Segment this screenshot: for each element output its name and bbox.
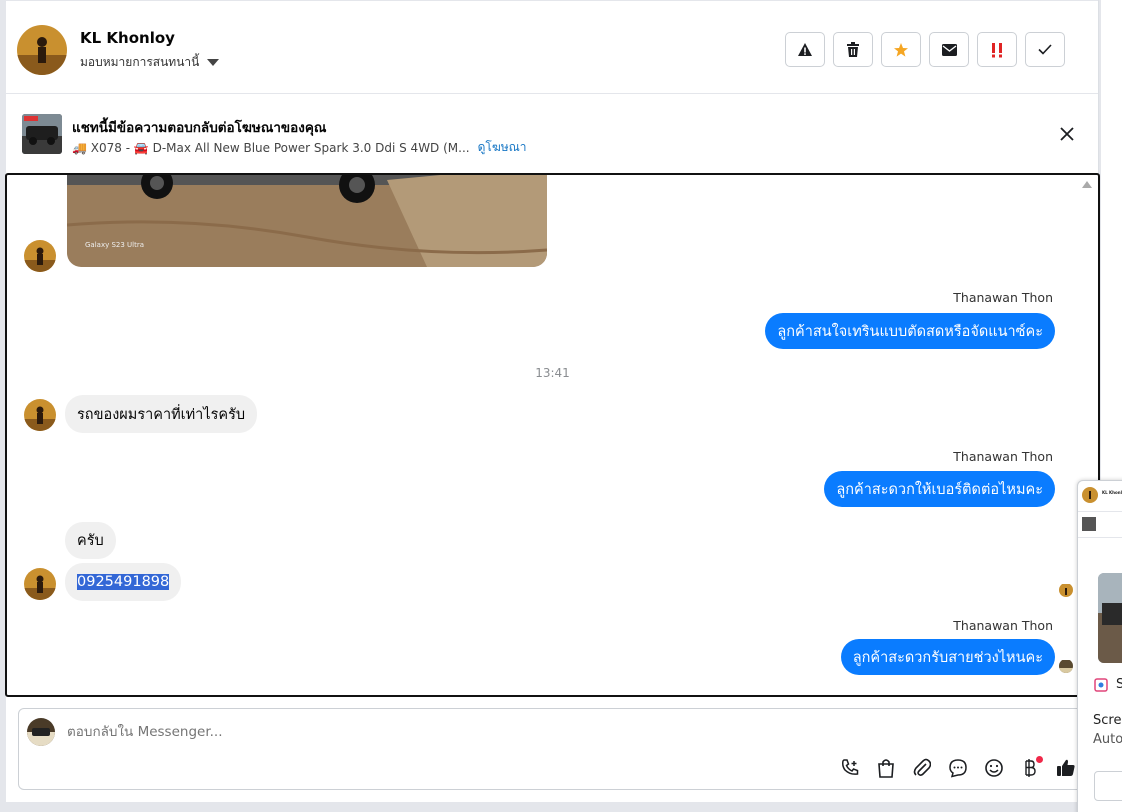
notification-button[interactable]	[1094, 771, 1122, 801]
scroll-up-arrow[interactable]	[1082, 181, 1092, 188]
mark-done-button[interactable]	[1025, 32, 1065, 67]
notification-title: Scree	[1093, 713, 1122, 728]
important-icon	[992, 42, 1002, 57]
caret-down-icon	[207, 59, 220, 66]
assign-label: มอบหมายการสนทนานี้	[80, 55, 200, 69]
read-receipt-avatar	[1059, 659, 1073, 673]
contact-avatar-small	[24, 399, 56, 431]
payment-button[interactable]	[1017, 755, 1043, 781]
check-icon	[1038, 44, 1052, 55]
paperclip-icon	[913, 758, 931, 776]
mini-ad-thumb	[1082, 517, 1096, 531]
incoming-message[interactable]: รถของผมราคาที่เท่าไรครับ	[65, 395, 258, 433]
photo-caption: Galaxy S23 Ultra	[85, 241, 144, 249]
smiley-icon	[985, 759, 1003, 777]
star-icon	[894, 42, 908, 57]
shopping-bag-icon	[878, 759, 894, 778]
baht-icon	[1025, 759, 1036, 777]
reply-composer	[18, 708, 1088, 790]
notification-dot	[1036, 756, 1043, 763]
thumbs-up-icon	[1057, 759, 1075, 776]
like-button[interactable]	[1053, 755, 1079, 781]
warning-icon	[798, 42, 812, 56]
emoji-button[interactable]	[981, 755, 1007, 781]
timestamp: 13:41	[535, 366, 570, 380]
sender-name: Thanawan Thon	[953, 449, 1053, 464]
outgoing-message[interactable]: ลูกค้าสะดวกให้เบอร์ติดต่อไหมคะ	[824, 471, 1055, 507]
message-photo[interactable]: Galaxy S23 Ultra	[67, 175, 547, 267]
close-icon[interactable]	[1058, 125, 1076, 143]
message-input[interactable]	[67, 724, 767, 740]
header-actions	[785, 32, 1065, 67]
attach-button[interactable]	[909, 755, 935, 781]
right-strip	[1100, 0, 1122, 480]
conversation-header: KL Khonloy มอบหมายการสนทนานี้	[6, 0, 1098, 94]
delete-button[interactable]	[833, 32, 873, 67]
notification-body: Auto	[1093, 732, 1122, 747]
conversation-pane: KL Khonloy มอบหมายการสนทนานี้ แชทนี้มีข้…	[5, 0, 1100, 802]
contact-avatar-small	[24, 240, 56, 272]
saved-replies-button[interactable]	[945, 755, 971, 781]
mark-spam-button[interactable]	[785, 32, 825, 67]
phone-plus-icon	[842, 759, 859, 775]
snipping-tool-icon	[1094, 677, 1108, 692]
ad-reply-title: แชทนี้มีข้อความตอบกลับต่อโฆษณาของคุณ	[72, 120, 327, 136]
incoming-message[interactable]: ครับ	[65, 522, 116, 559]
envelope-icon	[941, 43, 957, 56]
incoming-message[interactable]: 0925491898	[65, 563, 182, 601]
contact-avatar-small	[24, 568, 56, 600]
mark-unread-button[interactable]	[929, 32, 969, 67]
sender-name: Thanawan Thon	[953, 618, 1053, 633]
ad-context-bar: แชทนี้มีข้อความตอบกลับต่อโฆษณาของคุณ 🚚 X…	[6, 95, 1098, 173]
secondary-window[interactable]: KL Khonl S Scree Auto	[1077, 480, 1122, 812]
read-receipt-avatar	[1059, 583, 1073, 597]
contact-avatar[interactable]	[17, 25, 67, 75]
mini-name: KL Khonl	[1102, 490, 1122, 495]
view-ad-link[interactable]: ดูโฆษณา	[478, 138, 527, 157]
page-avatar	[27, 718, 55, 746]
outgoing-message[interactable]: ลูกค้าสะดวกรับสายช่วงไหนคะ	[840, 639, 1055, 675]
trash-icon	[847, 42, 859, 57]
mini-photo	[1098, 573, 1122, 663]
composer-tools	[837, 755, 1079, 781]
assign-dropdown[interactable]: มอบหมายการสนทนานี้	[80, 53, 220, 72]
divider	[1078, 511, 1122, 512]
notification-app: S	[1116, 677, 1122, 692]
shop-button[interactable]	[873, 755, 899, 781]
ad-subtitle: 🚚 X078 - 🚘 D-Max All New Blue Power Spar…	[72, 138, 527, 157]
call-button[interactable]	[837, 755, 863, 781]
ad-thumbnail[interactable]	[22, 114, 62, 154]
divider	[1078, 537, 1122, 538]
contact-name: KL Khonloy	[80, 29, 175, 47]
mini-avatar	[1082, 487, 1098, 503]
outgoing-message[interactable]: ลูกค้าสนใจเทรินแบบตัดสดหรือจัดแนาซ์คะ	[765, 313, 1055, 349]
mark-important-button[interactable]	[977, 32, 1017, 67]
message-thread[interactable]: Galaxy S23 Ultra Thanawan Thon ลูกค้าสนใ…	[5, 173, 1100, 697]
chat-bubble-icon	[949, 759, 967, 778]
selected-phone-number[interactable]: 0925491898	[77, 574, 170, 590]
ad-description: 🚚 X078 - 🚘 D-Max All New Blue Power Spar…	[72, 140, 470, 155]
star-button[interactable]	[881, 32, 921, 67]
sender-name: Thanawan Thon	[953, 290, 1053, 305]
